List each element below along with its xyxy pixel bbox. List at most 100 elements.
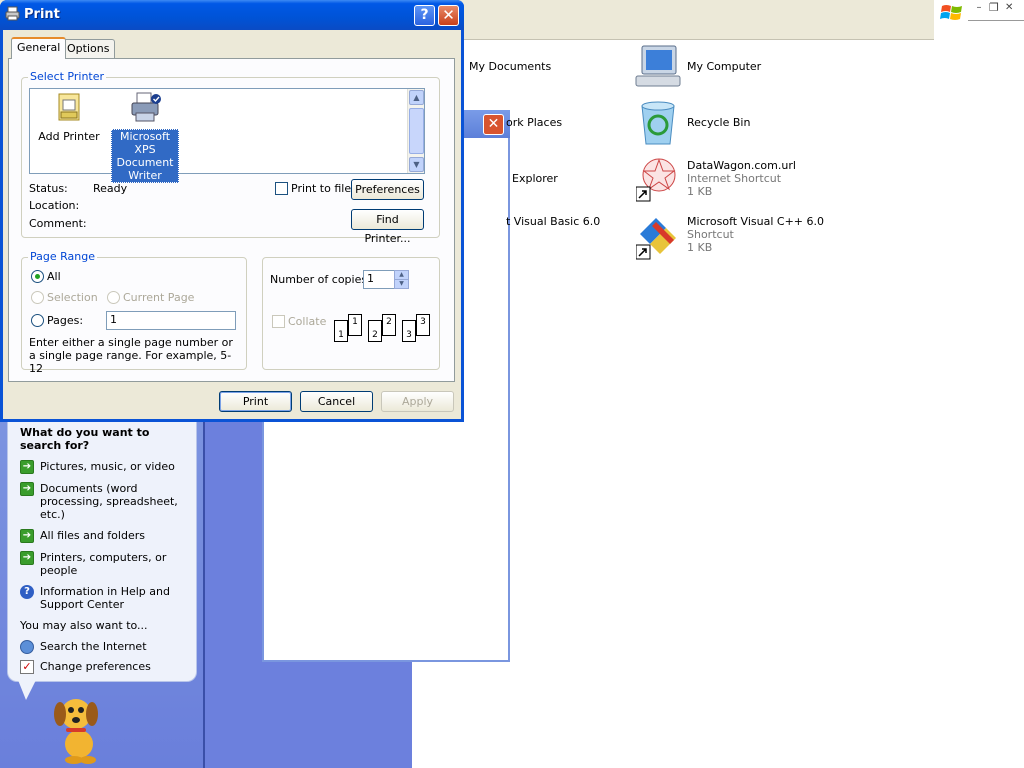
search-item-label[interactable]: Documents (word processing, spreadsheet,… bbox=[40, 482, 186, 521]
search-item-printers[interactable]: ➔ Printers, computers, or people bbox=[20, 551, 186, 577]
select-printer-label: Select Printer bbox=[28, 70, 107, 83]
explorer-label[interactable]: Explorer bbox=[512, 172, 558, 185]
green-arrow-icon: ➔ bbox=[20, 551, 34, 565]
search-item-pictures[interactable]: ➔ Pictures, music, or video bbox=[20, 460, 186, 474]
explorer-close-icon[interactable]: ✕ bbox=[1005, 2, 1017, 13]
selection-radio[interactable] bbox=[31, 291, 44, 304]
selection-label[interactable]: Selection bbox=[47, 291, 98, 304]
help-button-icon[interactable]: ? bbox=[414, 5, 435, 26]
search-balloon: What do you want to search for? ➔ Pictur… bbox=[7, 418, 197, 682]
scroll-thumb[interactable] bbox=[409, 108, 424, 154]
also-want-label: You may also want to... bbox=[20, 619, 148, 632]
datawagon-size: 1 KB bbox=[687, 185, 713, 198]
collate-page: 3 bbox=[416, 314, 430, 336]
comment-label: Comment: bbox=[29, 217, 87, 230]
printer-list-scrollbar[interactable]: ▲ ▼ bbox=[407, 89, 424, 173]
collate-page: 3 bbox=[402, 320, 416, 342]
tab-options[interactable]: Options bbox=[61, 39, 116, 59]
scroll-down-icon[interactable]: ▼ bbox=[409, 157, 424, 172]
all-pages-label[interactable]: All bbox=[47, 270, 61, 283]
tab-general[interactable]: General bbox=[11, 37, 67, 59]
preferences-button[interactable]: Preferences bbox=[351, 179, 424, 200]
copies-input[interactable]: 1 bbox=[363, 270, 395, 289]
location-label: Location: bbox=[29, 199, 80, 212]
cancel-button[interactable]: Cancel bbox=[300, 391, 373, 412]
current-page-radio[interactable] bbox=[107, 291, 120, 304]
copies-label: Number of copies: bbox=[270, 273, 371, 286]
explorer-minimize-icon[interactable]: – bbox=[973, 3, 985, 13]
status-value: Ready bbox=[93, 182, 128, 195]
all-pages-radio[interactable] bbox=[31, 270, 44, 283]
preferences-icon: ✓ bbox=[20, 660, 34, 674]
pages-radio[interactable] bbox=[31, 314, 44, 327]
spin-down-icon[interactable]: ▼ bbox=[394, 279, 409, 289]
search-item-label[interactable]: Pictures, music, or video bbox=[40, 460, 175, 473]
print-dialog-titlebar[interactable]: Print ? ✕ bbox=[0, 0, 464, 30]
printer-list[interactable]: Add Printer Microsoft XPS Document Write… bbox=[29, 88, 425, 183]
visual-cpp-type: Shortcut bbox=[687, 228, 734, 241]
explorer-restore-icon[interactable]: ❐ bbox=[989, 2, 1001, 13]
visual-basic-label[interactable]: t Visual Basic 6.0 bbox=[506, 215, 600, 228]
search-heading: What do you want to search for? bbox=[20, 426, 150, 452]
search-item-documents[interactable]: ➔ Documents (word processing, spreadshee… bbox=[20, 482, 186, 521]
recycle-bin-label[interactable]: Recycle Bin bbox=[687, 116, 750, 129]
printer-item-add[interactable]: Add Printer bbox=[36, 92, 102, 143]
search-dog-icon[interactable] bbox=[48, 692, 110, 764]
search-item-label[interactable]: All files and folders bbox=[40, 529, 145, 542]
recycle-bin-icon[interactable] bbox=[636, 98, 680, 146]
collate-page: 1 bbox=[348, 314, 362, 336]
close-button-icon[interactable]: ✕ bbox=[438, 5, 459, 26]
green-arrow-icon: ➔ bbox=[20, 482, 34, 496]
visual-cpp-name[interactable]: Microsoft Visual C++ 6.0 bbox=[687, 215, 824, 228]
page-range-label: Page Range bbox=[28, 250, 97, 263]
my-computer-label[interactable]: My Computer bbox=[687, 60, 761, 73]
tab-panel-general: Select Printer Add Printer Microsoft XPS… bbox=[8, 58, 455, 382]
green-arrow-icon: ➔ bbox=[20, 460, 34, 474]
search-item-all-files[interactable]: ➔ All files and folders bbox=[20, 529, 186, 543]
search-item-label[interactable]: Search the Internet bbox=[40, 640, 147, 653]
print-dialog-title: Print bbox=[24, 7, 60, 22]
print-dialog-body: General Options Select Printer Add Print… bbox=[3, 30, 461, 419]
printer-item-xps[interactable]: Microsoft XPS Document Writer bbox=[110, 91, 180, 183]
datawagon-shortcut-icon[interactable] bbox=[636, 156, 682, 202]
xps-printer-icon bbox=[131, 92, 161, 122]
select-printer-group: Select Printer Add Printer Microsoft XPS… bbox=[21, 70, 440, 245]
copies-group: Number of copies: 1 ▲ ▼ Collate 1 1 2 2 … bbox=[262, 257, 440, 370]
my-computer-icon[interactable] bbox=[634, 44, 682, 90]
datawagon-name[interactable]: DataWagon.com.url bbox=[687, 159, 796, 172]
visual-cpp-shortcut-icon[interactable] bbox=[636, 214, 682, 260]
change-preferences[interactable]: ✓ Change preferences bbox=[20, 660, 186, 674]
visual-cpp-size: 1 KB bbox=[687, 241, 713, 254]
scroll-up-icon[interactable]: ▲ bbox=[409, 90, 424, 105]
search-item-label[interactable]: Change preferences bbox=[40, 660, 151, 673]
search-item-help[interactable]: ? Information in Help and Support Center bbox=[20, 585, 186, 611]
find-printer-button[interactable]: Find Printer... bbox=[351, 209, 424, 245]
apply-button[interactable]: Apply bbox=[381, 391, 454, 412]
search-internet[interactable]: Search the Internet bbox=[20, 640, 186, 654]
print-to-file-checkbox[interactable] bbox=[275, 182, 288, 195]
datawagon-type: Internet Shortcut bbox=[687, 172, 782, 185]
datawagon-item[interactable]: DataWagon.com.url Internet Shortcut 1 KB bbox=[687, 159, 796, 198]
search-item-label[interactable]: Information in Help and Support Center bbox=[40, 585, 186, 611]
collate-label[interactable]: Collate bbox=[288, 315, 326, 328]
balloon-tail bbox=[18, 680, 36, 700]
printer-item-label: Add Printer bbox=[38, 130, 100, 143]
print-button[interactable]: Print bbox=[219, 391, 292, 412]
collate-checkbox[interactable] bbox=[272, 315, 285, 328]
current-page-label[interactable]: Current Page bbox=[123, 291, 194, 304]
visual-cpp-item[interactable]: Microsoft Visual C++ 6.0 Shortcut 1 KB bbox=[687, 215, 824, 254]
page-range-group: Page Range All Selection Current Page Pa… bbox=[21, 250, 247, 375]
print-to-file-label[interactable]: Print to file bbox=[291, 182, 351, 195]
printer-icon bbox=[5, 6, 20, 21]
inner-window bbox=[462, 110, 510, 662]
print-dialog: Print ? ✕ General Options Select Printer… bbox=[0, 0, 464, 422]
add-printer-icon bbox=[58, 93, 80, 121]
collate-page: 2 bbox=[382, 314, 396, 336]
my-documents-label[interactable]: My Documents bbox=[469, 60, 551, 73]
search-item-label[interactable]: Printers, computers, or people bbox=[40, 551, 186, 577]
inner-window-close-icon[interactable]: ✕ bbox=[483, 114, 504, 135]
pages-label[interactable]: Pages: bbox=[47, 314, 83, 327]
collate-page: 2 bbox=[368, 320, 382, 342]
pages-input[interactable]: 1 bbox=[106, 311, 236, 330]
network-places-label[interactable]: ork Places bbox=[506, 116, 562, 129]
